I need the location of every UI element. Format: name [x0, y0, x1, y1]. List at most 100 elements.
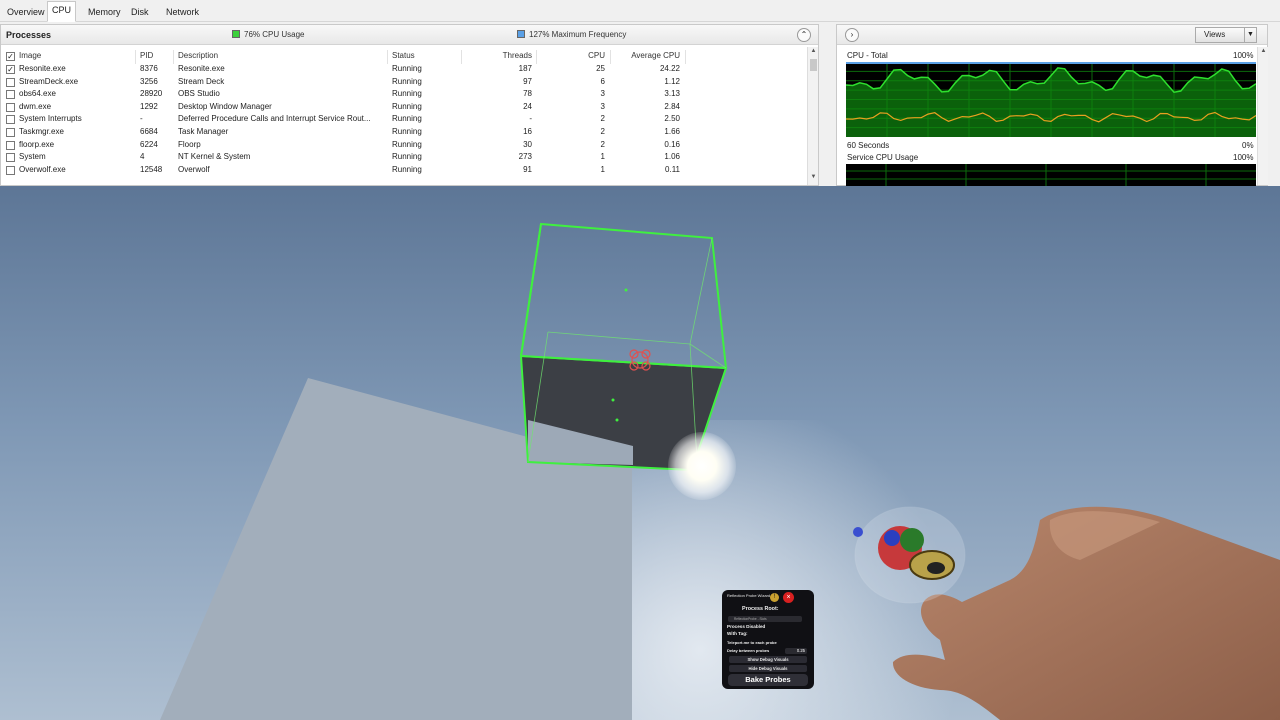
cell-threads: 16 — [523, 127, 532, 136]
bake-probes-button[interactable]: Bake Probes — [728, 674, 808, 686]
row-checkbox[interactable] — [6, 153, 15, 163]
cell-pid: - — [140, 114, 143, 124]
cell-status: Running — [392, 139, 422, 149]
row-checkbox[interactable] — [6, 128, 15, 137]
scroll-up-icon[interactable]: ▲ — [809, 48, 818, 57]
cell-threads: 78 — [523, 89, 532, 99]
views-dropdown[interactable]: Views ▼ — [1195, 27, 1257, 43]
cell-image: obs64.exe — [19, 89, 56, 99]
table-row[interactable]: Overwolf.exe 12548 Overwolf Running 91 1 0.11 — [1, 164, 807, 177]
warning-icon: ! — [770, 593, 779, 602]
collapse-icon[interactable]: ⌃ — [797, 28, 811, 42]
hide-debug-visuals-button[interactable]: Hide Debug Visuals — [729, 665, 807, 672]
processes-scrollbar[interactable]: ▲ ▼ — [807, 47, 818, 185]
wizard-title: Reflection Probe Wizard — [727, 593, 771, 598]
cell-pid: 1292 — [140, 101, 158, 111]
row-checkbox[interactable] — [6, 77, 15, 87]
cell-pid: 6684 — [140, 127, 158, 136]
cell-description: Deferred Procedure Calls and Interrupt S… — [178, 114, 371, 124]
row-checkbox[interactable] — [6, 102, 15, 112]
graphs-scrollbar[interactable]: ▲ — [1257, 47, 1268, 185]
column-header-cpu[interactable]: CPU — [541, 51, 605, 60]
column-header-threads[interactable]: Threads — [463, 51, 532, 60]
table-row[interactable]: floorp.exe 6224 Floorp Running 30 2 0.16 — [1, 139, 807, 152]
cell-pid: 3256 — [140, 76, 158, 86]
show-debug-visuals-button[interactable]: Show Debug Visuals — [729, 656, 807, 663]
tab-disk[interactable]: Disk — [126, 3, 154, 21]
cpu-usage-legend-swatch — [232, 30, 240, 38]
row-checkbox[interactable] — [6, 165, 15, 175]
row-checkbox[interactable] — [6, 115, 15, 125]
cpu-total-graph — [845, 62, 1257, 137]
table-row[interactable]: StreamDeck.exe 3256 Stream Deck Running 97 6 1… — [1, 76, 807, 89]
cpu-total-max-label: 100% — [1233, 51, 1254, 60]
table-row[interactable]: Taskmgr.exe 6684 Task Manager Running 16 2 1.6… — [1, 126, 807, 139]
reflection-probe-wizard-panel: Reflection Probe Wizard Process Root: Re… — [722, 590, 814, 689]
resource-monitor-window: Overview CPU Memory Disk Network Process… — [0, 0, 1280, 186]
cell-image: dwm.exe — [19, 101, 52, 111]
tab-network[interactable]: Network — [161, 3, 204, 21]
cell-avg-cpu: 1.66 — [664, 127, 680, 136]
cell-description: Overwolf — [178, 164, 210, 174]
with-tag-label: With Tag: — [727, 631, 748, 636]
scrollbar-thumb[interactable] — [810, 59, 817, 71]
cell-threads: - — [529, 114, 532, 124]
process-disabled-label: Process Disabled — [727, 624, 766, 629]
service-cpu-graph-svg — [846, 164, 1256, 186]
table-row[interactable]: dwm.exe 1292 Desktop Window Manager Running… — [1, 101, 807, 114]
table-header-row: ✓ Image PID Description Status Threads C… — [1, 50, 807, 64]
cell-avg-cpu: 24.22 — [659, 64, 680, 73]
cell-status: Running — [392, 164, 422, 174]
cell-description: Stream Deck — [178, 76, 225, 86]
cell-status: Running — [392, 89, 422, 99]
tab-cpu[interactable]: CPU — [47, 1, 77, 22]
cell-threads: 273 — [518, 152, 532, 162]
cell-threads: 187 — [518, 64, 532, 73]
cell-status: Running — [392, 76, 422, 86]
table-row[interactable]: obs64.exe 28920 OBS Studio Running 78 3 3.13 — [1, 88, 807, 101]
select-all-checkbox[interactable]: ✓ — [6, 52, 15, 61]
cell-description: Resonite.exe — [178, 64, 225, 73]
cell-pid: 28920 — [140, 89, 163, 99]
chevron-down-icon: ▼ — [1244, 28, 1256, 42]
cell-avg-cpu: 1.06 — [664, 152, 680, 162]
column-header-image[interactable]: Image — [19, 51, 41, 60]
cell-cpu: 3 — [600, 89, 605, 99]
cell-cpu: 2 — [600, 114, 605, 124]
cell-cpu: 2 — [600, 127, 605, 136]
cpu-usage-label: 76% CPU Usage — [244, 30, 305, 39]
service-cpu-max-label: 100% — [1233, 153, 1254, 162]
expand-icon[interactable]: › — [845, 28, 859, 42]
service-cpu-graph — [846, 164, 1256, 186]
cell-pid: 12548 — [140, 164, 163, 174]
cell-cpu: 1 — [600, 152, 605, 162]
cell-avg-cpu: 3.13 — [664, 89, 680, 99]
row-checkbox[interactable] — [6, 140, 15, 150]
column-header-status[interactable]: Status — [392, 51, 415, 60]
tab-overview[interactable]: Overview — [2, 3, 50, 21]
delay-value-field[interactable]: 0.25 — [785, 648, 807, 654]
scroll-down-icon[interactable]: ▼ — [809, 174, 818, 183]
cell-threads: 91 — [523, 164, 532, 174]
process-root-field[interactable]: ReflectionProbe - Slots — [728, 616, 802, 622]
column-header-description[interactable]: Description — [178, 51, 218, 60]
graphs-scroll-up-icon[interactable]: ▲ — [1259, 48, 1268, 54]
tab-bar: Overview CPU Memory Disk Network — [0, 0, 1280, 22]
close-icon[interactable]: × — [783, 592, 794, 603]
teleport-toggle[interactable]: Teleport.me to each probe — [727, 640, 777, 645]
table-row[interactable]: System 4 NT Kernel & System Running 273 1 1.06 — [1, 151, 807, 164]
column-header-pid[interactable]: PID — [140, 51, 153, 60]
processes-header[interactable]: Processes 76% CPU Usage 127% Maximum Fre… — [1, 25, 818, 45]
processes-title: Processes — [6, 30, 52, 40]
cell-cpu: 3 — [600, 101, 605, 111]
table-row[interactable]: ✓ Resonite.exe 8376 Resonite.exe Running 187 2… — [1, 63, 807, 76]
processes-table: ✓ Image PID Description Status Threads C… — [1, 47, 807, 185]
row-checkbox[interactable]: ✓ — [6, 65, 15, 74]
graphs-panel: › Views ▼ CPU - Total 100% 60 Seconds 0%… — [836, 24, 1268, 186]
cell-image: System Interrupts — [19, 114, 82, 124]
table-row[interactable]: System Interrupts - Deferred Procedure Cal… — [1, 113, 807, 126]
row-checkbox[interactable] — [6, 90, 15, 100]
cell-pid: 8376 — [140, 64, 158, 73]
column-header-average-cpu[interactable]: Average CPU — [613, 51, 680, 60]
tab-memory[interactable]: Memory — [83, 3, 126, 21]
